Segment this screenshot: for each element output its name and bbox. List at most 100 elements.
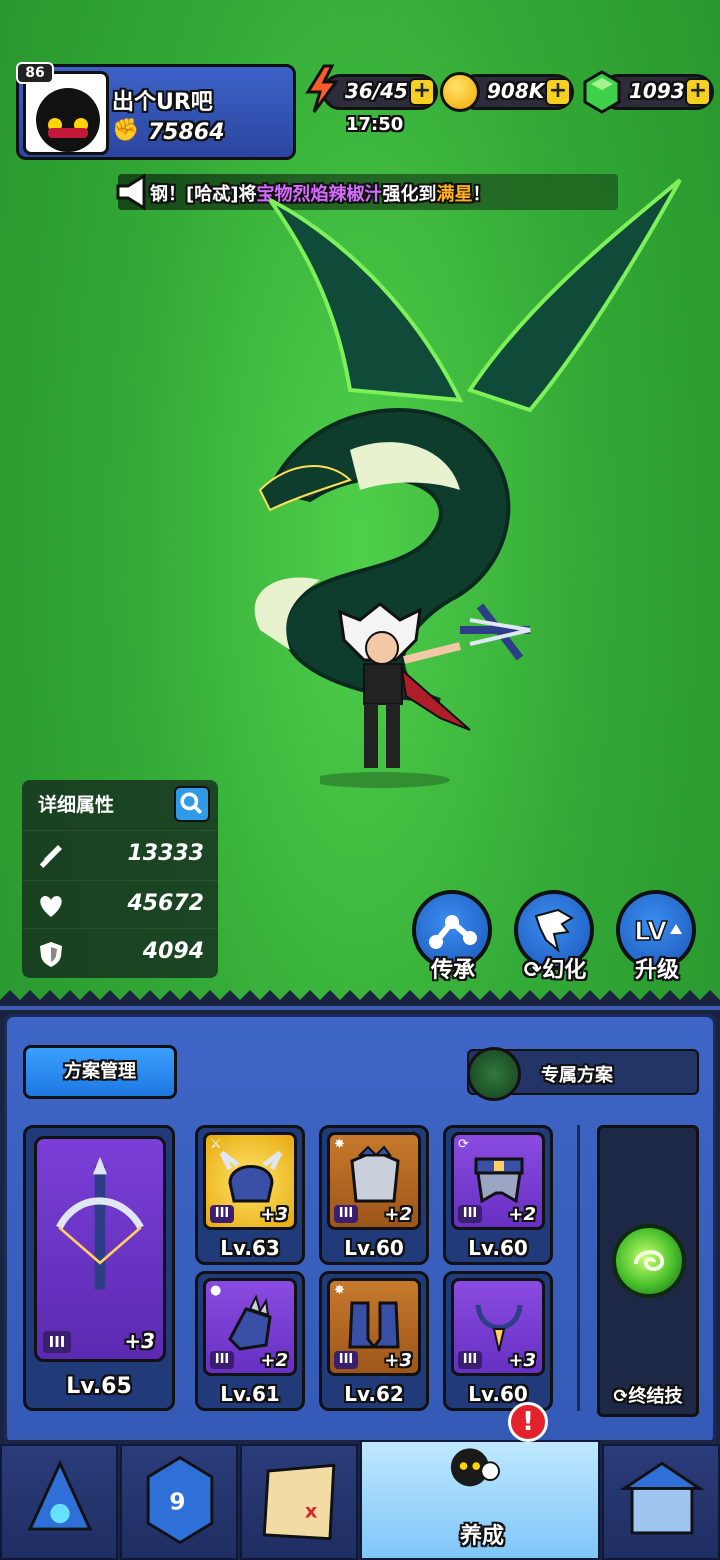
- nav-tab-map[interactable]: x: [240, 1444, 358, 1560]
- weapon-level: Lv.65: [66, 1374, 132, 1399]
- ultimate-skill-slot[interactable]: ⟳终结技: [597, 1125, 699, 1417]
- gear-card: ✸ III +3: [327, 1278, 421, 1376]
- ultimate-skill-label: ⟳终结技: [613, 1386, 683, 1407]
- transform-button[interactable]: ⟳幻化: [512, 888, 598, 988]
- sword-icon: [39, 845, 62, 868]
- gear-tier: III: [334, 1205, 358, 1223]
- gear-slot-gloves[interactable]: ● III +2 Lv.61: [195, 1271, 305, 1411]
- transform-label: ⟳幻化: [523, 958, 587, 983]
- shield-icon: [40, 942, 62, 967]
- gear-card: III +3: [451, 1278, 545, 1376]
- boots-icon: [348, 1301, 400, 1349]
- weapon-plus: +3: [124, 1329, 155, 1353]
- heart-icon: [40, 896, 62, 917]
- gear-slot-armor[interactable]: ✸ III +2 Lv.60: [319, 1125, 429, 1265]
- gear-card: ● III +2: [203, 1278, 297, 1376]
- helmet-icon: [219, 1151, 283, 1203]
- hero-character-illustration: [320, 602, 531, 788]
- bottom-nav: 9 x 养成: [0, 1440, 720, 1560]
- ultimate-skill-label-text: 终结技: [628, 1386, 683, 1407]
- svg-text:LV: LV: [634, 917, 667, 947]
- gear-slot-helmet[interactable]: ⚔ III +3 Lv.63: [195, 1125, 305, 1265]
- gear-level: Lv.61: [220, 1382, 280, 1406]
- weapon-tier: III: [43, 1331, 71, 1353]
- gear-card: ⚔ III +3: [203, 1132, 297, 1230]
- crossbow-icon: [56, 1156, 144, 1290]
- gear-slot-boots[interactable]: ✸ III +3 Lv.62: [319, 1271, 429, 1411]
- attack-value: 13333: [127, 841, 204, 866]
- health-value: 45672: [127, 891, 204, 916]
- avatar-mouth-icon: [48, 128, 88, 138]
- magnifier-icon: [180, 792, 203, 815]
- add-energy-button[interactable]: +: [409, 78, 435, 106]
- nav-tab-dungeon[interactable]: 9: [120, 1444, 238, 1560]
- stats-detail-button[interactable]: [174, 786, 210, 822]
- stat-row-defense: 4094: [22, 928, 218, 976]
- lightning-icon: [305, 64, 339, 113]
- weapon-slot[interactable]: III +3 Lv.65: [23, 1125, 175, 1411]
- gear-plus: +3: [260, 1204, 288, 1225]
- upgrade-button[interactable]: LV 升级: [614, 888, 700, 988]
- add-gems-button[interactable]: +: [685, 78, 711, 106]
- coin-value: 908K: [487, 79, 545, 103]
- add-coins-button[interactable]: +: [545, 78, 571, 106]
- megaphone-icon: [116, 173, 146, 211]
- weapon-card: III +3: [34, 1136, 166, 1362]
- treasure-map-icon: x: [262, 1463, 336, 1541]
- gear-plus: +2: [508, 1204, 536, 1225]
- gear-level: Lv.60: [344, 1236, 404, 1260]
- player-level-badge: 86: [16, 62, 54, 84]
- stats-panel: 详细属性 13333 45672 4094: [22, 780, 218, 978]
- equipment-panel-inner: 方案管理 专属方案 III +3 Lv.65 ⚔ III +3 Lv.63 ✸ …: [4, 1014, 716, 1446]
- avatar-face-icon: [36, 88, 100, 152]
- gear-tier: III: [458, 1351, 482, 1369]
- gem-value: 1093: [629, 79, 685, 103]
- exclusive-plan-button[interactable]: 专属方案: [467, 1047, 699, 1101]
- chest-armor-icon: [350, 1145, 400, 1203]
- player-power-value: 75864: [148, 120, 225, 145]
- swirl-icon: [634, 1250, 665, 1271]
- gear-plus: +2: [384, 1204, 412, 1225]
- rune-gem-icon: 9: [146, 1455, 214, 1545]
- stats-title: 详细属性: [38, 794, 115, 816]
- panel-divider: [577, 1125, 580, 1411]
- gear-tier: III: [458, 1205, 482, 1223]
- crystal-castle-icon: [27, 1459, 93, 1531]
- gear-tier: III: [210, 1351, 234, 1369]
- stat-row-attack: 13333: [22, 830, 218, 878]
- power-fist-icon: ✊: [112, 118, 140, 143]
- equipment-panel: 方案管理 专属方案 III +3 Lv.65 ⚔ III +3 Lv.63 ✸ …: [0, 1006, 720, 1446]
- gear-card: ⟳ III +2: [451, 1132, 545, 1230]
- gauntlet-icon: [228, 1294, 272, 1351]
- stat-row-health: 45672: [22, 880, 218, 928]
- nav-tab-cultivate[interactable]: 养成: [360, 1440, 600, 1560]
- green-gem-icon: [583, 70, 621, 114]
- gear-slot-necklace[interactable]: III +3 Lv.60: [443, 1271, 553, 1411]
- inherit-label: 传承: [430, 958, 475, 983]
- svg-text:x: x: [305, 1499, 318, 1522]
- upgrade-label: 升级: [634, 958, 679, 983]
- svg-text:9: 9: [169, 1489, 185, 1516]
- gear-tier: III: [210, 1205, 234, 1223]
- gear-slot-leggings[interactable]: ⟳ III +2 Lv.60: [443, 1125, 553, 1265]
- plan-management-button[interactable]: 方案管理: [23, 1045, 177, 1099]
- gear-level: Lv.62: [344, 1382, 404, 1406]
- gear-plus: +2: [260, 1350, 288, 1371]
- nav-tab-cultivate-label: 养成: [459, 1524, 504, 1549]
- coin-icon: [440, 72, 480, 112]
- gear-plus: +3: [508, 1350, 536, 1371]
- inherit-button[interactable]: 传承: [410, 888, 496, 988]
- transform-label-text: 幻化: [542, 958, 587, 983]
- nav-tab-shop[interactable]: [602, 1444, 720, 1560]
- defense-value: 4094: [142, 939, 204, 964]
- shop-house-icon: [619, 1461, 705, 1535]
- gear-card: ✸ III +2: [327, 1132, 421, 1230]
- nav-tab-castle[interactable]: [0, 1444, 118, 1560]
- dragon-portrait-icon: [467, 1047, 521, 1101]
- gear-level: Lv.63: [220, 1236, 280, 1260]
- necklace-icon: [475, 1304, 523, 1352]
- ultimate-skill-orb-icon: [612, 1224, 686, 1298]
- notification-alert-icon: !: [508, 1402, 548, 1442]
- energy-timer: 17:50: [346, 114, 404, 135]
- gear-plus: +3: [384, 1350, 412, 1371]
